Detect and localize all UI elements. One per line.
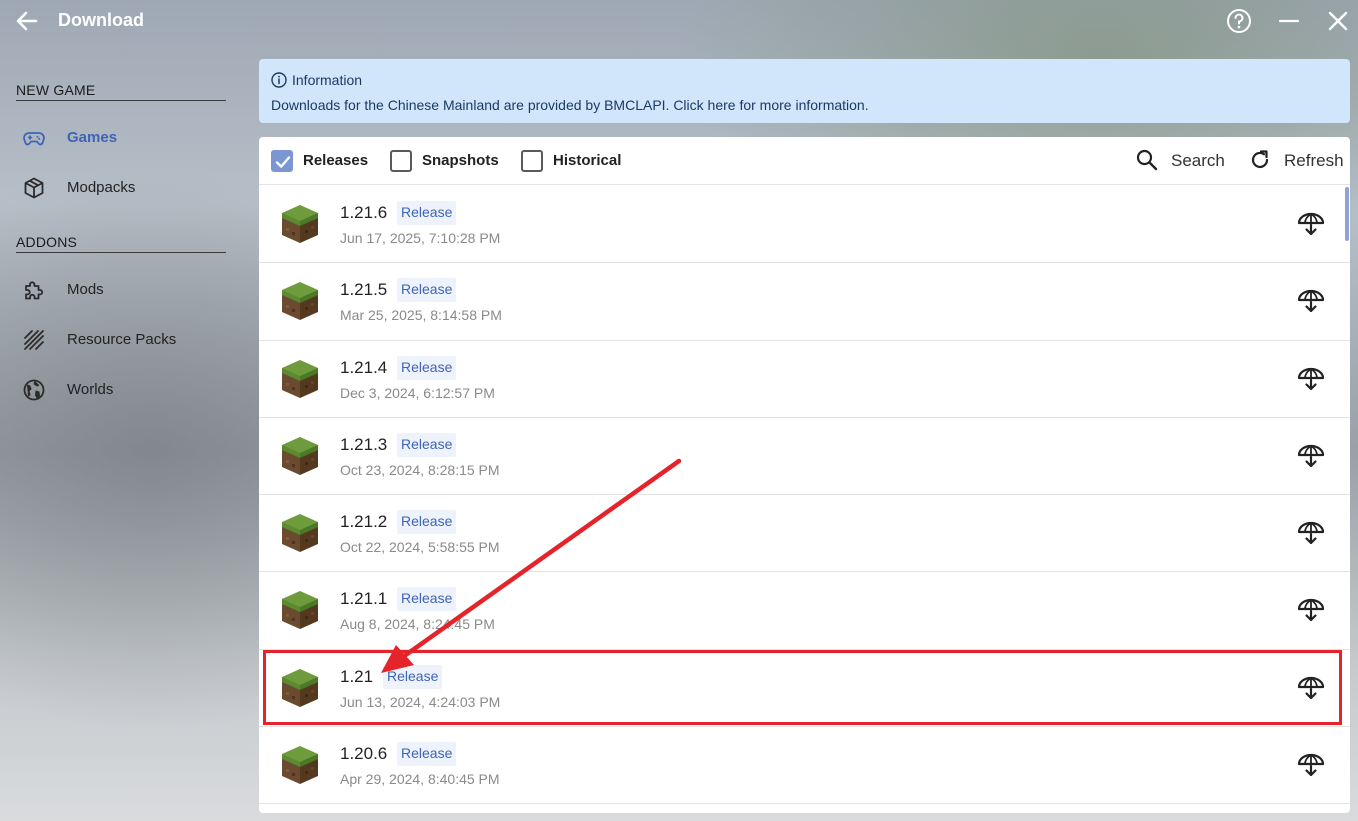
version-number: 1.20.6 <box>340 744 388 764</box>
download-icon[interactable] <box>1297 288 1325 314</box>
search-icon <box>1136 149 1158 171</box>
refresh-label: Refresh <box>1284 151 1344 170</box>
back-button[interactable] <box>14 8 40 34</box>
page-title: Download <box>58 10 144 30</box>
release-type-badge: Release <box>397 432 457 457</box>
sidebar-item-label: Resource Packs <box>67 331 177 348</box>
close-icon <box>1328 11 1348 31</box>
release-type-badge: Release <box>397 742 457 767</box>
section-title-addons: ADDONS <box>16 234 78 250</box>
version-row[interactable]: 1.21.3 Release Oct 23, 2024, 8:28:15 PM <box>259 418 1350 496</box>
globe-icon <box>23 379 45 401</box>
release-type-badge: Release <box>397 201 457 225</box>
checkbox-box <box>390 150 412 172</box>
download-icon[interactable] <box>1297 366 1325 392</box>
checkbox-label: Snapshots <box>422 152 499 169</box>
info-banner[interactable]: Information Downloads for the Chinese Ma… <box>259 59 1350 123</box>
sidebar-item-mods[interactable]: Mods <box>0 270 240 310</box>
version-row[interactable]: 1.21.4 Release Dec 3, 2024, 6:12:57 PM <box>259 341 1350 418</box>
package-icon <box>24 177 44 199</box>
release-type-badge: Release <box>397 587 457 612</box>
sidebar-item-games[interactable]: Games <box>0 118 240 158</box>
sidebar-item-resource-packs[interactable]: Resource Packs <box>0 320 240 360</box>
release-type-badge: Release <box>397 355 457 380</box>
scrollbar-thumb[interactable] <box>1345 187 1349 241</box>
arrow-left-icon <box>16 11 38 31</box>
version-row[interactable]: 1.21.6 Release Jun 17, 2025, 7:10:28 PM <box>259 186 1350 264</box>
version-row[interactable]: 1.21.2 Release Oct 22, 2024, 5:58:55 PM <box>259 495 1350 573</box>
help-button[interactable] <box>1226 8 1252 34</box>
sidebar-item-label: Modpacks <box>67 179 136 196</box>
release-date: Oct 23, 2024, 8:28:15 PM <box>340 461 500 478</box>
version-number: 1.21.4 <box>340 357 388 377</box>
releases-checkbox[interactable]: Releases <box>271 149 381 173</box>
check-icon <box>275 156 291 168</box>
grass-block-icon <box>282 359 318 398</box>
grass-block-icon <box>282 514 318 553</box>
puzzle-icon <box>25 281 44 300</box>
version-row[interactable]: 1.20.6 Release Apr 29, 2024, 8:40:45 PM <box>259 727 1350 805</box>
filter-toolbar: Releases Snapshots Historical Search Ref… <box>259 137 1350 185</box>
grass-block-icon <box>282 205 318 243</box>
version-number: 1.21.5 <box>340 280 388 300</box>
grass-block-icon <box>282 591 318 630</box>
help-icon <box>1227 9 1251 33</box>
close-button[interactable] <box>1325 8 1351 34</box>
version-row[interactable]: 1.21.5 Release Mar 25, 2025, 8:14:58 PM <box>259 263 1350 341</box>
search-button[interactable]: Search <box>1135 147 1230 175</box>
section-title-new-game: NEW GAME <box>16 82 96 98</box>
release-date: Oct 22, 2024, 5:58:55 PM <box>340 539 500 556</box>
version-number: 1.21.3 <box>340 434 388 454</box>
sidebar-item-label: Worlds <box>67 381 114 398</box>
release-date: Mar 25, 2025, 8:14:58 PM <box>340 307 502 324</box>
title-bar: Download <box>0 0 1358 42</box>
info-text: Downloads for the Chinese Mainland are p… <box>271 97 869 113</box>
checkbox-box <box>521 150 543 172</box>
release-date: Aug 8, 2024, 8:24:45 PM <box>340 616 495 633</box>
download-icon[interactable] <box>1297 520 1325 546</box>
section-divider <box>16 252 226 253</box>
release-date: Dec 3, 2024, 6:12:57 PM <box>340 384 495 401</box>
sidebar-item-modpacks[interactable]: Modpacks <box>0 168 240 208</box>
download-icon[interactable] <box>1297 443 1325 469</box>
gamepad-icon <box>23 132 45 146</box>
grass-block-icon <box>282 282 318 321</box>
download-icon[interactable] <box>1297 597 1325 623</box>
checkbox-label: Releases <box>303 152 369 169</box>
search-label: Search <box>1171 151 1225 170</box>
download-icon[interactable] <box>1297 752 1325 778</box>
grass-block-icon <box>282 746 318 785</box>
checkbox-box <box>271 150 293 172</box>
version-number: 1.21.2 <box>340 512 388 532</box>
snapshots-checkbox[interactable]: Snapshots <box>390 149 500 173</box>
highlight-annotation <box>263 650 1342 725</box>
checkbox-label: Historical <box>553 152 622 169</box>
info-icon <box>271 72 287 88</box>
refresh-icon <box>1251 150 1269 169</box>
sidebar-item-worlds[interactable]: Worlds <box>0 370 240 410</box>
minimize-icon <box>1278 19 1300 23</box>
release-type-badge: Release <box>397 510 457 535</box>
sidebar-item-label: Mods <box>67 281 104 298</box>
section-divider <box>16 100 226 101</box>
minimize-button[interactable] <box>1276 8 1302 34</box>
release-type-badge: Release <box>397 278 457 303</box>
release-date: Apr 29, 2024, 8:40:45 PM <box>340 771 500 788</box>
version-number: 1.21.1 <box>340 589 388 609</box>
texture-icon <box>24 330 44 350</box>
release-date: Jun 17, 2025, 7:10:28 PM <box>340 230 501 246</box>
info-title: Information <box>292 72 363 88</box>
download-icon[interactable] <box>1297 211 1325 237</box>
grass-block-icon <box>282 436 318 475</box>
historical-checkbox[interactable]: Historical <box>521 149 631 173</box>
version-row[interactable]: 1.21.1 Release Aug 8, 2024, 8:24:45 PM <box>259 572 1350 650</box>
refresh-button[interactable]: Refresh <box>1248 147 1348 175</box>
sidebar-item-label: Games <box>67 129 118 146</box>
version-number: 1.21.6 <box>340 203 388 222</box>
